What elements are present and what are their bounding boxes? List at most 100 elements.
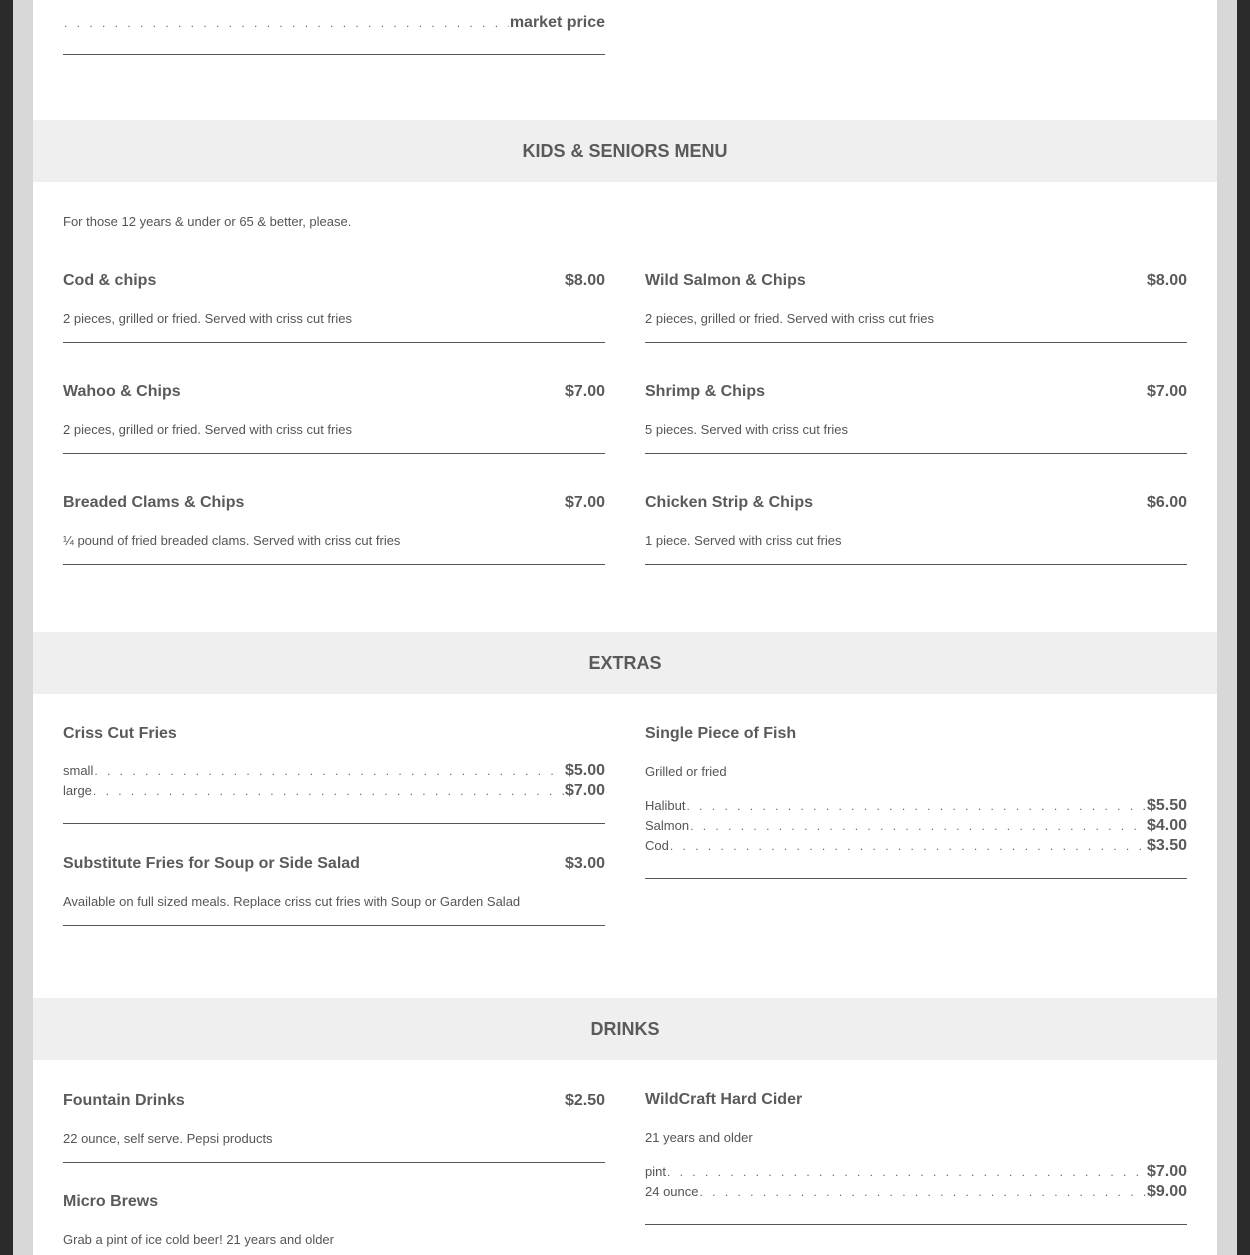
item-name: Substitute Fries for Soup or Side Salad [63, 855, 360, 872]
item-price: $7.00 [564, 383, 605, 400]
item-price: $7.00 [1146, 383, 1187, 400]
divider [645, 564, 1187, 565]
price-options: pint . . . . . . . . . . . . . . . . . .… [645, 1163, 1187, 1203]
divider [645, 453, 1187, 454]
item-description: 5 pieces. Served with criss cut fries [645, 422, 849, 437]
menu-item: Shrimp & Chips $7.00 5 pieces. Served wit… [645, 383, 1187, 454]
price-line: . . . . . . . . . . . . . . . . . . . . … [63, 14, 605, 34]
divider [63, 564, 605, 565]
top-item: . . . . . . . . . . . . . . . . . . . . … [63, 14, 605, 55]
divider [645, 342, 1187, 343]
item-name: Fountain Drinks [63, 1092, 185, 1109]
option-label: small [63, 763, 94, 778]
option-label: large [63, 783, 92, 798]
page-edge-left [0, 0, 13, 1255]
drinks-column-left: Fountain Drinks $2.50 22 ounce, self serv… [63, 1092, 605, 1248]
item-description: Grab a pint of ice cold beer! 21 years a… [63, 1232, 334, 1247]
item-name: Wahoo & Chips [63, 383, 181, 400]
extras-column-left: Criss Cut Fries small . . . . . . . . . … [63, 725, 605, 926]
dot-leader: . . . . . . . . . . . . . . . . . . . . … [690, 819, 1146, 833]
option-price: $7.00 [564, 782, 605, 799]
menu-item: Cod & chips $8.00 2 pieces, grilled or fr… [63, 272, 605, 343]
dot-leader: . . . . . . . . . . . . . . . . . . . . … [699, 1185, 1146, 1199]
extras-column-right: Single Piece of Fish Grilled or fried Ha… [645, 725, 1187, 879]
item-name: Cod & chips [63, 272, 157, 289]
item-description: 2 pieces, grilled or fried. Served with … [63, 311, 352, 326]
menu-item: Wild Salmon & Chips $8.00 2 pieces, grill… [645, 272, 1187, 343]
menu-item: Single Piece of Fish Grilled or fried Ha… [645, 725, 1187, 879]
kids-column-left: Cod & chips $8.00 2 pieces, grilled or fr… [63, 272, 605, 565]
item-price: $8.00 [564, 272, 605, 289]
divider [63, 823, 605, 824]
divider [63, 453, 605, 454]
option-label: Salmon [645, 818, 690, 833]
menu-item: Fountain Drinks $2.50 22 ounce, self serv… [63, 1092, 605, 1163]
item-description: Available on full sized meals. Replace c… [63, 894, 521, 909]
option-price: $7.00 [1146, 1163, 1187, 1180]
dot-leader: . . . . . . . . . . . . . . . . . . . . … [669, 839, 1146, 853]
menu-item: WildCraft Hard Cider 21 years and older … [645, 1091, 1187, 1225]
dot-leader: . . . . . . . . . . . . . . . . . . . . … [666, 1165, 1146, 1179]
item-name: Single Piece of Fish [645, 725, 797, 742]
divider [645, 1224, 1187, 1225]
divider [63, 1162, 605, 1163]
price-line: Salmon . . . . . . . . . . . . . . . . .… [645, 817, 1187, 837]
kids-intro: For those 12 years & under or 65 & bette… [63, 214, 352, 229]
divider [63, 54, 605, 55]
item-name: Wild Salmon & Chips [645, 272, 806, 289]
divider [645, 878, 1187, 879]
item-name: Criss Cut Fries [63, 725, 177, 742]
divider [63, 925, 605, 926]
menu-item: Criss Cut Fries small . . . . . . . . . … [63, 725, 605, 824]
menu-item: Breaded Clams & Chips $7.00 ¼ pound of fr… [63, 494, 605, 565]
item-name: Shrimp & Chips [645, 383, 766, 400]
item-description: 21 years and older [645, 1130, 753, 1145]
item-name: WildCraft Hard Cider [645, 1091, 803, 1108]
item-price: $2.50 [564, 1092, 605, 1109]
dot-leader: . . . . . . . . . . . . . . . . . . . . … [92, 784, 564, 798]
option-label: Cod [645, 838, 669, 853]
option-label: pint [645, 1164, 666, 1179]
item-name: Micro Brews [63, 1193, 159, 1210]
menu-item: Chicken Strip & Chips $6.00 1 piece. Serv… [645, 494, 1187, 565]
item-price: $7.00 [564, 494, 605, 511]
menu-panel: . . . . . . . . . . . . . . . . . . . . … [33, 0, 1217, 1255]
item-description: Grilled or fried [645, 764, 727, 779]
section-header-extras: EXTRAS [33, 632, 1217, 694]
dot-leader: . . . . . . . . . . . . . . . . . . . . … [94, 764, 564, 778]
drinks-column-right: WildCraft Hard Cider 21 years and older … [645, 1091, 1187, 1225]
page-edge-right [1237, 0, 1250, 1255]
option-label: 24 ounce [645, 1184, 699, 1199]
option-price: $4.00 [1146, 817, 1187, 834]
market-price: market price [509, 14, 605, 31]
kids-column-right: Wild Salmon & Chips $8.00 2 pieces, grill… [645, 272, 1187, 565]
item-description: 2 pieces, grilled or fried. Served with … [645, 311, 934, 326]
item-name: Breaded Clams & Chips [63, 494, 245, 511]
item-price: $3.00 [564, 855, 605, 872]
price-line: pint . . . . . . . . . . . . . . . . . .… [645, 1163, 1187, 1183]
option-price: $3.50 [1146, 837, 1187, 854]
dot-leader: . . . . . . . . . . . . . . . . . . . . … [64, 16, 509, 30]
option-price: $5.50 [1146, 797, 1187, 814]
item-name: Chicken Strip & Chips [645, 494, 814, 511]
price-line: 24 ounce . . . . . . . . . . . . . . . .… [645, 1183, 1187, 1203]
menu-item: Substitute Fries for Soup or Side Salad $… [63, 855, 605, 926]
option-price: $5.00 [564, 762, 605, 779]
item-price: $8.00 [1146, 272, 1187, 289]
price-line: Halibut . . . . . . . . . . . . . . . . … [645, 797, 1187, 817]
item-description: 22 ounce, self serve. Pepsi products [63, 1131, 273, 1146]
item-description: 2 pieces, grilled or fried. Served with … [63, 422, 352, 437]
item-price: $6.00 [1146, 494, 1187, 511]
menu-item: Micro Brews Grab a pint of ice cold beer… [63, 1193, 605, 1248]
option-price: $9.00 [1146, 1183, 1187, 1200]
option-label: Halibut [645, 798, 686, 813]
item-description: ¼ pound of fried breaded clams. Served w… [63, 533, 401, 548]
price-options: Halibut . . . . . . . . . . . . . . . . … [645, 797, 1187, 857]
price-line: small . . . . . . . . . . . . . . . . . … [63, 762, 605, 782]
price-line: Cod . . . . . . . . . . . . . . . . . . … [645, 837, 1187, 857]
price-options: small . . . . . . . . . . . . . . . . . … [63, 762, 605, 802]
menu-item: Wahoo & Chips $7.00 2 pieces, grilled or … [63, 383, 605, 454]
price-line: large . . . . . . . . . . . . . . . . . … [63, 782, 605, 802]
section-header-drinks: DRINKS [33, 998, 1217, 1060]
divider [63, 342, 605, 343]
